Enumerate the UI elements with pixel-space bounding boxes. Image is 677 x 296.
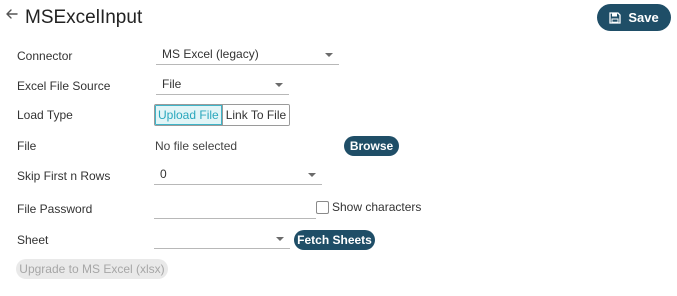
page-header: MSExcelInput Save <box>0 0 677 36</box>
load-type-label: Load Type <box>17 108 73 122</box>
file-password-input[interactable] <box>154 197 316 219</box>
connector-label: Connector <box>17 49 73 63</box>
load-type-toggle: Upload File Link To File <box>154 104 291 126</box>
skip-first-n-rows-label: Skip First n Rows <box>17 169 111 183</box>
toggle-upload-file[interactable]: Upload File <box>155 105 222 125</box>
save-button-label: Save <box>628 10 659 25</box>
toggle-link-to-file[interactable]: Link To File <box>221 105 290 125</box>
skip-first-n-rows-select[interactable]: 0 <box>154 165 322 185</box>
excel-file-source-select[interactable]: File <box>156 75 289 95</box>
show-characters-toggle[interactable]: Show characters <box>316 200 421 214</box>
caret-down-icon <box>275 83 283 87</box>
caret-down-icon <box>325 53 333 57</box>
excel-file-source-label: Excel File Source <box>17 79 111 93</box>
caret-down-icon <box>276 237 284 241</box>
file-password-label: File Password <box>17 202 93 216</box>
fetch-sheets-button[interactable]: Fetch Sheets <box>294 230 375 250</box>
connector-value: MS Excel (legacy) <box>162 47 259 61</box>
show-characters-checkbox[interactable] <box>316 200 329 214</box>
sheet-select[interactable] <box>154 229 290 249</box>
sheet-label: Sheet <box>17 233 49 247</box>
connector-select[interactable]: MS Excel (legacy) <box>156 45 339 65</box>
excel-file-source-value: File <box>162 77 182 91</box>
caret-down-icon <box>308 173 316 177</box>
skip-first-n-rows-value: 0 <box>160 167 167 181</box>
save-button[interactable]: Save <box>597 4 671 31</box>
browse-button[interactable]: Browse <box>344 136 399 156</box>
arrow-left-icon[interactable] <box>5 7 19 21</box>
show-characters-label: Show characters <box>332 200 422 214</box>
floppy-disk-icon <box>609 11 621 24</box>
page-title: MSExcelInput <box>25 7 143 28</box>
upgrade-button: Upgrade to MS Excel (xlsx) <box>16 259 168 279</box>
file-label: File <box>17 139 37 153</box>
file-status: No file selected <box>155 139 238 153</box>
